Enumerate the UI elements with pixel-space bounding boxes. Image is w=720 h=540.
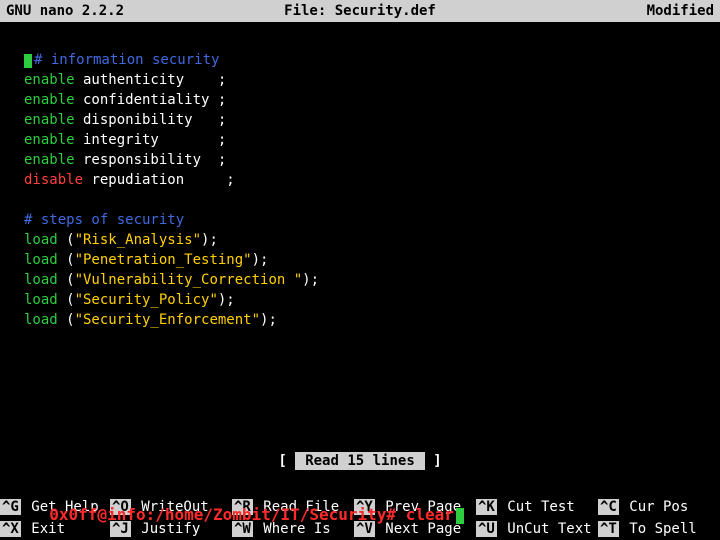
- editor-line[interactable]: disable repudiation ;: [24, 170, 720, 190]
- shortcut-key: ^G: [0, 499, 21, 515]
- editor-line[interactable]: load ("Security_Policy");: [24, 290, 720, 310]
- shortcut-label: UnCut Text: [499, 521, 592, 537]
- shortcut-ctrl-u[interactable]: ^U UnCut Text: [476, 518, 598, 540]
- shell-cursor: [456, 508, 464, 524]
- shortcut-label: Cur Pos: [621, 499, 688, 515]
- shortcut-ctrl-k[interactable]: ^K Cut Test: [476, 496, 598, 518]
- shortcut-label: Cut Test: [499, 499, 575, 515]
- shortcut-label: To Spell: [621, 521, 697, 537]
- editor-line[interactable]: load ("Penetration_Testing");: [24, 250, 720, 270]
- shortcut-key: ^X: [0, 521, 21, 537]
- status-message: Read 15 lines: [295, 452, 425, 470]
- editor-line[interactable]: # information security: [24, 50, 720, 70]
- modified-flag: Modified: [514, 0, 714, 22]
- shortcut-key: ^U: [476, 521, 497, 537]
- editor-line[interactable]: load ("Vulnerability_Correction ");: [24, 270, 720, 290]
- editor-line[interactable]: [24, 190, 720, 210]
- editor-line[interactable]: enable disponibility ;: [24, 110, 720, 130]
- editor-area[interactable]: # information securityenable authenticit…: [0, 22, 720, 330]
- shell-command: clear: [406, 505, 454, 524]
- shell-prompt-overlay[interactable]: 0x0ff@info:/home/Zombit/IT/Security# cle…: [30, 486, 464, 524]
- editor-line[interactable]: load ("Risk_Analysis");: [24, 230, 720, 250]
- editor-line[interactable]: enable integrity ;: [24, 130, 720, 150]
- editor-cursor: [24, 54, 32, 68]
- shortcut-ctrl-c[interactable]: ^C Cur Pos: [598, 496, 720, 518]
- app-name: GNU nano 2.2.2: [6, 0, 206, 22]
- editor-line[interactable]: enable confidentiality ;: [24, 90, 720, 110]
- editor-line[interactable]: # steps of security: [24, 210, 720, 230]
- shortcut-key: ^T: [598, 521, 619, 537]
- shortcut-key: ^C: [598, 499, 619, 515]
- shortcut-key: ^K: [476, 499, 497, 515]
- titlebar: GNU nano 2.2.2 File: Security.def Modifi…: [0, 0, 720, 22]
- status-bar: [ Read 15 lines ]: [0, 452, 720, 470]
- editor-line[interactable]: load ("Security_Enforcement");: [24, 310, 720, 330]
- file-label: File: Security.def: [206, 0, 514, 22]
- editor-line[interactable]: enable responsibility ;: [24, 150, 720, 170]
- editor-line[interactable]: enable authenticity ;: [24, 70, 720, 90]
- shell-prompt: 0x0ff@info:/home/Zombit/IT/Security#: [49, 505, 405, 524]
- shortcut-ctrl-t[interactable]: ^T To Spell: [598, 518, 720, 540]
